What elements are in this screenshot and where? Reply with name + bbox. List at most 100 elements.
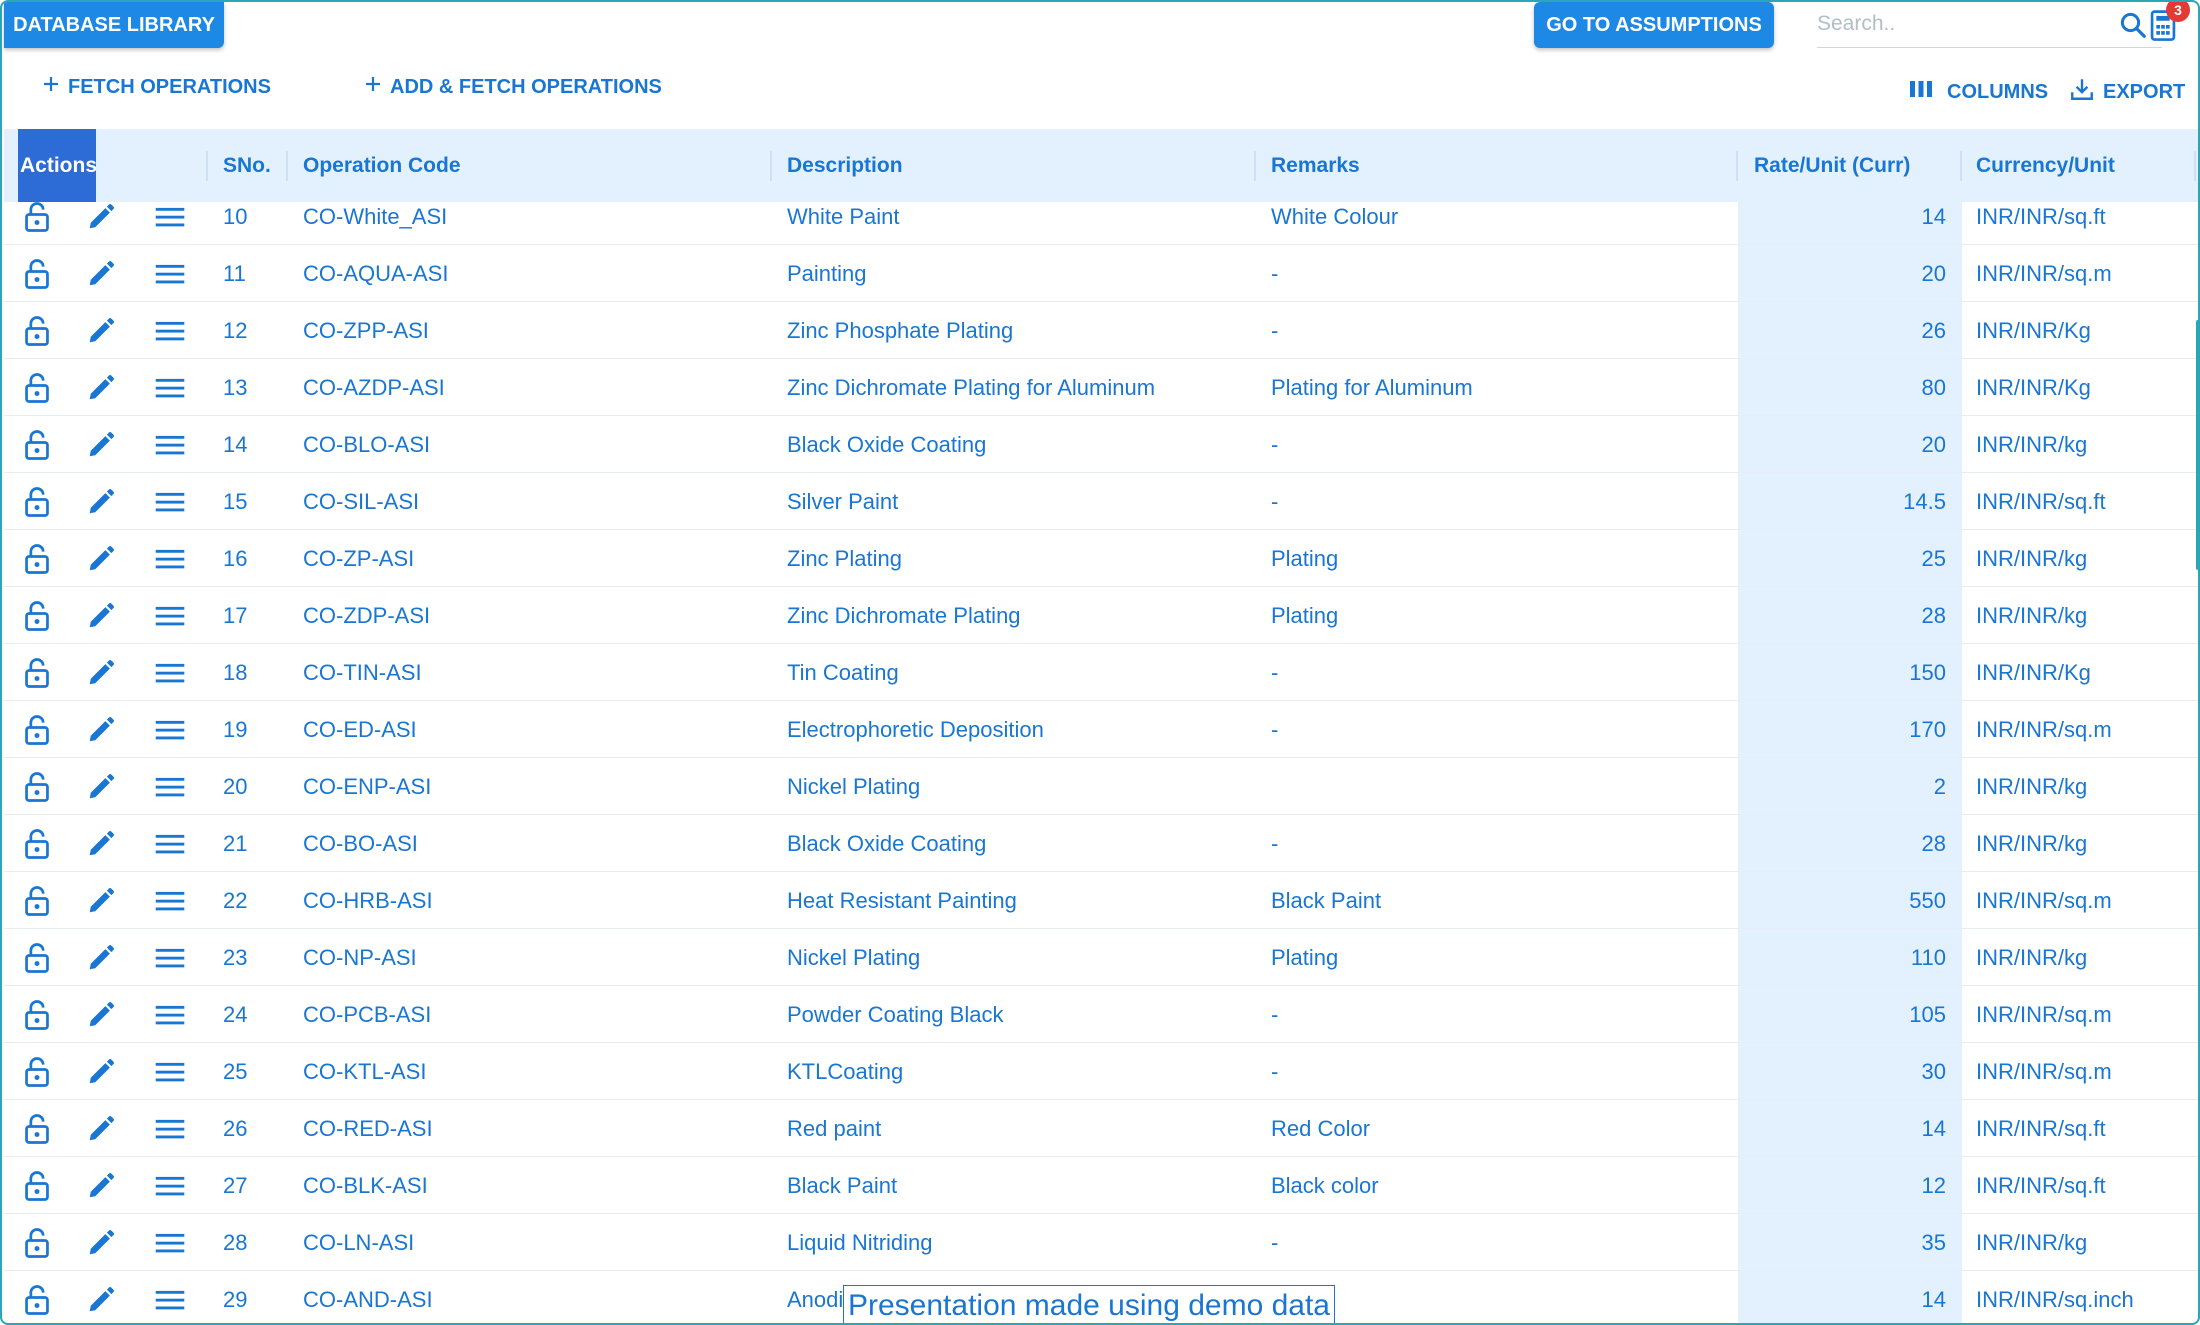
table-row[interactable]: 10 CO-White_ASI White Paint White Colour 14 I… (4, 202, 2198, 245)
menu-icon[interactable] (154, 986, 186, 1043)
edit-icon[interactable] (86, 1100, 116, 1157)
table-row[interactable]: 13 CO-AZDP-ASI Zinc Dichromate Plating for… (4, 359, 2198, 416)
table-row[interactable]: 20 CO-ENP-ASI Nickel Plating 2 INR/INR/kg (4, 758, 2198, 815)
menu-icon[interactable] (154, 359, 186, 416)
header-remarks[interactable]: Remarks (1271, 129, 1360, 202)
edit-icon[interactable] (86, 587, 116, 644)
table-row[interactable]: 14 CO-BLO-ASI Black Oxide Coating - 20 INR/IN… (4, 416, 2198, 473)
table-row[interactable]: 28 CO-LN-ASI Liquid Nitriding - 35 INR/INR/kg (4, 1214, 2198, 1271)
lock-icon[interactable] (22, 986, 52, 1043)
search-input[interactable] (1817, 4, 2097, 44)
go-to-assumptions-button[interactable]: GO TO ASSUMPTIONS (1534, 2, 1774, 48)
table-row[interactable]: 19 CO-ED-ASI Electrophoretic Deposition - 17… (4, 701, 2198, 758)
menu-icon[interactable] (154, 1157, 186, 1214)
header-description[interactable]: Description (787, 129, 903, 202)
lock-icon[interactable] (22, 758, 52, 815)
menu-icon[interactable] (154, 473, 186, 530)
edit-icon[interactable] (86, 758, 116, 815)
menu-icon[interactable] (154, 245, 186, 302)
table-row[interactable]: 12 CO-ZPP-ASI Zinc Phosphate Plating - 26 INR… (4, 302, 2198, 359)
menu-icon[interactable] (154, 587, 186, 644)
column-separator[interactable] (770, 151, 772, 181)
edit-icon[interactable] (86, 530, 116, 587)
lock-icon[interactable] (22, 872, 52, 929)
table-row[interactable]: 22 CO-HRB-ASI Heat Resistant Painting Black… (4, 872, 2198, 929)
table-row[interactable]: 27 CO-BLK-ASI Black Paint Black color 12 INR/… (4, 1157, 2198, 1214)
export-button[interactable]: EXPORT (2069, 77, 2185, 107)
column-separator[interactable] (206, 151, 208, 181)
column-separator[interactable] (1960, 151, 1962, 181)
menu-icon[interactable] (154, 815, 186, 872)
vertical-scrollbar[interactable] (2196, 320, 2198, 570)
edit-icon[interactable] (86, 202, 116, 245)
lock-icon[interactable] (22, 1157, 52, 1214)
lock-icon[interactable] (22, 1271, 52, 1323)
table-row[interactable]: 25 CO-KTL-ASI KTLCoating - 30 INR/INR/sq.m (4, 1043, 2198, 1100)
lock-icon[interactable] (22, 1214, 52, 1271)
lock-icon[interactable] (22, 473, 52, 530)
menu-icon[interactable] (154, 929, 186, 986)
column-separator[interactable] (1736, 151, 1738, 181)
table-row[interactable]: 18 CO-TIN-ASI Tin Coating - 150 INR/INR/Kg (4, 644, 2198, 701)
table-row[interactable]: 24 CO-PCB-ASI Powder Coating Black - 105 INR/… (4, 986, 2198, 1043)
edit-icon[interactable] (86, 1271, 116, 1323)
header-currency-unit[interactable]: Currency/Unit (1976, 129, 2115, 202)
edit-icon[interactable] (86, 1043, 116, 1100)
columns-button[interactable]: COLUMNS (1909, 77, 2048, 107)
menu-icon[interactable] (154, 644, 186, 701)
edit-icon[interactable] (86, 644, 116, 701)
table-row[interactable]: 11 CO-AQUA-ASI Painting - 20 INR/INR/sq.m (4, 245, 2198, 302)
menu-icon[interactable] (154, 1100, 186, 1157)
table-row[interactable]: 17 CO-ZDP-ASI Zinc Dichromate Plating Plati… (4, 587, 2198, 644)
table-row[interactable]: 15 CO-SIL-ASI Silver Paint - 14.5 INR/INR/sq.… (4, 473, 2198, 530)
edit-icon[interactable] (86, 473, 116, 530)
lock-icon[interactable] (22, 1100, 52, 1157)
lock-icon[interactable] (22, 202, 52, 245)
menu-icon[interactable] (154, 302, 186, 359)
header-sno[interactable]: SNo. (223, 129, 271, 202)
column-separator[interactable] (1254, 151, 1256, 181)
lock-icon[interactable] (22, 1043, 52, 1100)
lock-icon[interactable] (22, 587, 52, 644)
menu-icon[interactable] (154, 701, 186, 758)
lock-icon[interactable] (22, 644, 52, 701)
lock-icon[interactable] (22, 359, 52, 416)
edit-icon[interactable] (86, 701, 116, 758)
lock-icon[interactable] (22, 530, 52, 587)
edit-icon[interactable] (86, 1214, 116, 1271)
edit-icon[interactable] (86, 1157, 116, 1214)
edit-icon[interactable] (86, 815, 116, 872)
menu-icon[interactable] (154, 872, 186, 929)
database-library-button[interactable]: DATABASE LIBRARY (4, 2, 224, 48)
edit-icon[interactable] (86, 245, 116, 302)
column-separator[interactable] (286, 151, 288, 181)
menu-icon[interactable] (154, 758, 186, 815)
edit-icon[interactable] (86, 302, 116, 359)
edit-icon[interactable] (86, 872, 116, 929)
header-rate-unit[interactable]: Rate/Unit (Curr) (1754, 129, 1910, 202)
menu-icon[interactable] (154, 1043, 186, 1100)
table-row[interactable]: 21 CO-BO-ASI Black Oxide Coating - 28 INR/INR… (4, 815, 2198, 872)
menu-icon[interactable] (154, 202, 186, 245)
lock-icon[interactable] (22, 929, 52, 986)
lock-icon[interactable] (22, 815, 52, 872)
header-operation-code[interactable]: Operation Code (303, 129, 461, 202)
table-row[interactable]: 23 CO-NP-ASI Nickel Plating Plating 110 INR/I… (4, 929, 2198, 986)
add-fetch-operations-button[interactable]: ADD & FETCH OPERATIONS (364, 72, 662, 102)
table-row[interactable]: 26 CO-RED-ASI Red paint Red Color 14 INR/INR/… (4, 1100, 2198, 1157)
lock-icon[interactable] (22, 302, 52, 359)
edit-icon[interactable] (86, 359, 116, 416)
lock-icon[interactable] (22, 416, 52, 473)
edit-icon[interactable] (86, 416, 116, 473)
edit-icon[interactable] (86, 929, 116, 986)
menu-icon[interactable] (154, 416, 186, 473)
column-separator[interactable] (2194, 151, 2196, 181)
menu-icon[interactable] (154, 1271, 186, 1323)
table-row[interactable]: 16 CO-ZP-ASI Zinc Plating Plating 25 INR/INR/… (4, 530, 2198, 587)
menu-icon[interactable] (154, 530, 186, 587)
lock-icon[interactable] (22, 245, 52, 302)
lock-icon[interactable] (22, 701, 52, 758)
search-icon[interactable] (2118, 10, 2148, 45)
edit-icon[interactable] (86, 986, 116, 1043)
menu-icon[interactable] (154, 1214, 186, 1271)
